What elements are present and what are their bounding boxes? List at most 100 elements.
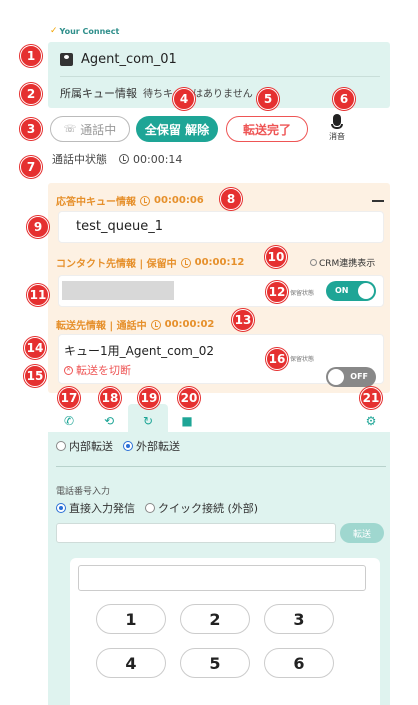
call-status-label: 通話中 <box>80 122 117 137</box>
marker-15: 15 <box>24 365 46 387</box>
keypad-input[interactable] <box>78 565 366 591</box>
history-icon: ⟲ <box>103 414 115 428</box>
marker-1: 1 <box>20 45 42 67</box>
transfer-title: 転送先情報 | 通話中 00:00:02 <box>56 317 214 332</box>
call-status-time: 00:00:14 <box>133 152 183 166</box>
phone-input-label: 電話番号入力 <box>56 487 111 497</box>
internal-transfer-radio[interactable]: 内部転送 <box>56 438 113 454</box>
radio-selected-icon <box>123 441 133 451</box>
crm-radio-icon <box>310 259 317 266</box>
app-logo: ✓ Your Connect <box>50 26 119 36</box>
contact-title: コンタクト先情報 | 保留中 00:00:12 <box>56 255 244 270</box>
queue-info-label: 所属キュー情報 <box>60 87 137 100</box>
toggle-knob <box>358 283 374 299</box>
radio-selected-icon <box>56 503 66 513</box>
marker-3: 3 <box>20 118 42 140</box>
contact-number-redacted <box>62 281 174 300</box>
mute-button[interactable]: 消音 <box>322 114 352 142</box>
key-6[interactable]: 6 <box>264 648 334 678</box>
logo-text: Your Connect <box>59 26 120 36</box>
contact-hold-toggle[interactable]: ON <box>326 281 376 301</box>
transfer-time: 00:00:02 <box>164 319 215 330</box>
marker-13: 13 <box>232 309 254 331</box>
transfer-toggle-text: OFF <box>350 372 368 381</box>
clock-icon <box>140 195 150 206</box>
logo-mark-icon: ✓ <box>50 26 58 36</box>
internal-transfer-label: 内部転送 <box>69 440 113 453</box>
phone-number-input[interactable] <box>56 523 336 543</box>
marker-7: 7 <box>20 156 42 178</box>
marker-14: 14 <box>24 337 46 359</box>
external-transfer-label: 外部転送 <box>136 440 180 453</box>
transfer-icon: ↻ <box>142 414 154 428</box>
active-queue-title: 応答中キュー情報 00:00:06 <box>56 193 204 208</box>
tab-transfer[interactable]: ↻ <box>141 414 155 428</box>
release-all-hold-button[interactable]: 全保留 解除 <box>136 116 218 142</box>
contact-time: 00:00:12 <box>194 257 245 268</box>
marker-20: 20 <box>178 387 200 409</box>
marker-10: 10 <box>265 246 287 268</box>
close-circle-icon: ✕ <box>64 365 73 375</box>
marker-6: 6 <box>333 88 355 110</box>
agent-card-icon <box>60 53 73 66</box>
agent-name: Agent_com_01 <box>81 52 177 67</box>
key-3[interactable]: 3 <box>264 604 334 634</box>
gear-icon: ⚙ <box>365 414 377 428</box>
mute-label: 消音 <box>329 132 345 141</box>
transfer-complete-button[interactable]: 転送完了 <box>226 116 308 142</box>
agent-row: Agent_com_01 <box>60 52 177 67</box>
marker-4: 4 <box>173 88 195 110</box>
tab-history[interactable]: ⟲ <box>102 414 116 428</box>
collapse-icon[interactable] <box>372 200 384 202</box>
tab-settings[interactable]: ⚙ <box>364 414 378 428</box>
crm-label: CRM連携表示 <box>319 259 376 269</box>
radio-icon <box>56 441 66 451</box>
queue-info-row: 所属キュー情報 待ちキューはありません <box>60 85 253 101</box>
key-2[interactable]: 2 <box>180 604 250 634</box>
clock-icon <box>150 319 161 330</box>
cut-transfer-link[interactable]: ✕ 転送を切断 <box>64 362 131 378</box>
transfer-button[interactable]: 転送 <box>340 523 384 543</box>
marker-11: 11 <box>27 284 49 306</box>
tab-phone[interactable]: ✆ <box>62 414 76 428</box>
microphone-icon <box>333 114 341 126</box>
marker-9: 9 <box>27 216 49 238</box>
marker-21: 21 <box>360 387 382 409</box>
tab-video[interactable]: ■ <box>180 414 194 428</box>
marker-17: 17 <box>58 387 80 409</box>
quick-connect-radio[interactable]: クイック接続 (外部) <box>145 500 258 516</box>
clock-icon <box>119 154 129 164</box>
direct-dial-radio[interactable]: 直接入力発信 <box>56 500 135 516</box>
phone-icon: ☏ <box>63 123 77 135</box>
marker-5: 5 <box>257 88 279 110</box>
contact-hold-label: 保留状態 <box>290 290 315 297</box>
transfer-hold-toggle[interactable]: OFF <box>326 367 376 387</box>
marker-12: 12 <box>266 281 288 303</box>
active-queue-name: test_queue_1 <box>76 219 163 234</box>
clock-icon <box>180 257 191 268</box>
cut-transfer-label: 転送を切断 <box>76 364 131 377</box>
video-icon: ■ <box>181 414 193 428</box>
direct-dial-label: 直接入力発信 <box>69 502 135 515</box>
toggle-knob <box>328 369 344 385</box>
queue-info-value: 待ちキューはありません <box>143 89 253 100</box>
transfer-title-text: 転送先情報 | 通話中 <box>56 321 147 332</box>
radio-icon <box>145 503 155 513</box>
phone-icon: ✆ <box>63 414 75 428</box>
marker-19: 19 <box>138 387 160 409</box>
call-status-button[interactable]: ☏ 通話中 <box>50 116 130 142</box>
transfer-target-name: キュー1用_Agent_com_02 <box>64 344 215 358</box>
key-5[interactable]: 5 <box>180 648 250 678</box>
contact-toggle-text: ON <box>335 286 349 295</box>
key-4[interactable]: 4 <box>96 648 166 678</box>
marker-16: 16 <box>266 348 288 370</box>
dialer-divider <box>56 466 386 467</box>
key-1[interactable]: 1 <box>96 604 166 634</box>
external-transfer-radio[interactable]: 外部転送 <box>123 438 180 454</box>
contact-title-text: コンタクト先情報 | 保留中 <box>56 259 177 270</box>
active-queue-time: 00:00:06 <box>154 195 204 206</box>
transfer-type-radios: 内部転送 外部転送 <box>56 438 180 454</box>
transfer-hold-label: 保留状態 <box>290 356 315 363</box>
crm-link-option[interactable]: CRM連携表示 <box>310 256 375 269</box>
call-status-text: 通話中状態 <box>52 153 107 166</box>
